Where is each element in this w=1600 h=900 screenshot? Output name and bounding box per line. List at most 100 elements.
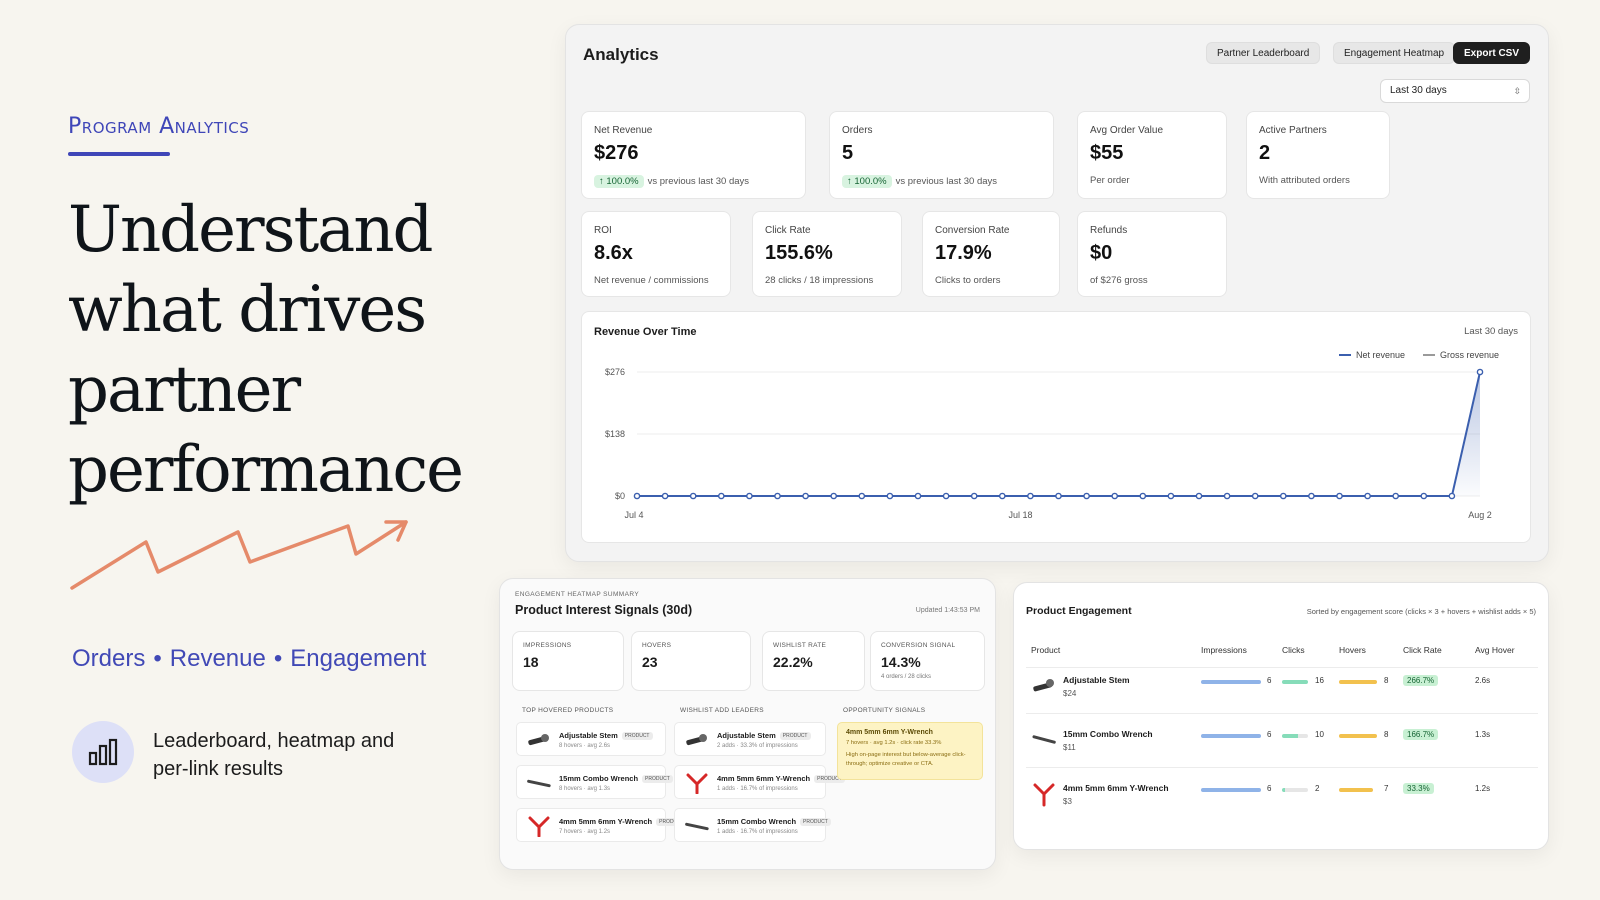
opportunity-signal-card[interactable]: 4mm 5mm 6mm Y-Wrench 7 hovers · avg 1.2s…: [837, 722, 983, 780]
product-engagement-panel: Product Engagement Sorted by engagement …: [1013, 582, 1549, 850]
data-point: [1336, 492, 1343, 500]
list-item[interactable]: Adjustable Stem PRODUCT 2 adds · 33.3% of…: [674, 722, 826, 756]
kpi-active-partners: Active Partners 2 With attributed orders: [1246, 111, 1390, 199]
col-top-hovered: TOP HOVERED PRODUCTS: [522, 707, 614, 714]
item-name: 15mm Combo Wrench: [559, 774, 639, 783]
kpi-conversion-rate: Conversion Rate 17.9% Clicks to orders: [922, 211, 1060, 297]
y-tick-label: $138: [605, 429, 625, 439]
kpi-roi: ROI 8.6x Net revenue / commissions: [581, 211, 731, 297]
kpi-caption: Per order: [1090, 175, 1130, 186]
list-item[interactable]: Adjustable Stem PRODUCT 8 hovers · avg 2.…: [516, 722, 666, 756]
col-wishlist-leaders: WISHLIST ADD LEADERS: [680, 707, 764, 714]
data-point: [1364, 492, 1371, 500]
item-name-wrap: Adjustable Stem PRODUCT: [717, 731, 811, 741]
row-divider: [1026, 767, 1538, 768]
hero-headline: Understand what drives partner performan…: [68, 193, 464, 507]
kpi-value: 2: [1259, 142, 1271, 164]
pillar-separator: •: [153, 645, 162, 672]
y-wrench-thumbnail-icon: [1033, 783, 1055, 807]
hovers-value: 8: [1384, 730, 1389, 739]
data-point: [998, 492, 1006, 500]
data-point: [1167, 492, 1175, 500]
item-name-wrap: 15mm Combo Wrench PRODUCT: [717, 817, 831, 827]
hovers-bar: [1339, 734, 1377, 738]
wrench-thumbnail-icon: [527, 779, 551, 788]
export-csv-button[interactable]: Export CSV: [1453, 42, 1531, 64]
kpi-caption: of $276 gross: [1090, 275, 1148, 286]
metric-caption: 4 orders / 28 clicks: [881, 674, 932, 680]
header-divider: [1026, 667, 1538, 668]
y-wrench-thumbnail-icon: [686, 773, 708, 794]
kpi-label: Active Partners: [1259, 125, 1327, 136]
clicks-value: 16: [1315, 676, 1324, 685]
data-point: [1083, 492, 1090, 500]
item-stat: 2 adds · 33.3% of impressions: [717, 743, 798, 749]
eyebrow-underline: [68, 152, 170, 156]
data-point: [802, 492, 809, 500]
list-item[interactable]: 4mm 5mm 6mm Y-Wrench PRODUCT 1 adds · 16.…: [674, 765, 845, 799]
x-tick-label: Jul 4: [624, 510, 643, 520]
date-range-value: Last 30 days: [1390, 85, 1447, 96]
kpi-label: ROI: [594, 225, 612, 236]
product-price: $3: [1063, 797, 1072, 806]
kpi-value: $55: [1090, 142, 1124, 164]
th-hovers[interactable]: Hovers: [1339, 645, 1366, 655]
opportunity-title: 4mm 5mm 6mm Y-Wrench: [846, 729, 933, 736]
th-click-rate[interactable]: Click Rate: [1403, 645, 1442, 655]
list-item[interactable]: 4mm 5mm 6mm Y-Wrench PRODUCT 7 hovers · a…: [516, 808, 687, 842]
kpi-value: 5: [842, 142, 854, 164]
data-point: [1392, 492, 1400, 500]
feature-description: Leaderboard, heatmap and per-link result…: [153, 730, 395, 780]
clicks-value: 10: [1315, 730, 1324, 739]
legend-label-gross: Gross revenue: [1440, 350, 1499, 360]
revenue-line-chart: $0 $138 $276 Jul 4 Jul 18 Aug 2 Net revenue Gro…: [605, 350, 1499, 520]
th-avg-hover[interactable]: Avg Hover: [1475, 645, 1515, 655]
item-name: Adjustable Stem: [559, 731, 618, 740]
partner-leaderboard-button[interactable]: Partner Leaderboard: [1206, 42, 1321, 64]
kpi-label: Conversion Rate: [935, 225, 1010, 236]
pillar-engagement: Engagement: [290, 645, 427, 672]
metric-conversion-signal: CONVERSION SIGNAL 14.3% 4 orders / 28 cl…: [870, 631, 985, 691]
metric-wishlist-rate: WISHLIST RATE 22.2%: [762, 631, 865, 691]
kpi-orders: Orders 5 ↑ 100.0% vs previous last 30 day…: [829, 111, 1054, 199]
analytics-panel: Analytics Partner Leaderboard Engagement…: [565, 24, 1549, 562]
item-name-wrap: 4mm 5mm 6mm Y-Wrench PRODUCT: [717, 774, 845, 784]
hovers-value: 7: [1384, 784, 1389, 793]
panel-eyebrow: ENGAGEMENT HEATMAP SUMMARY: [515, 591, 640, 598]
data-point: [1476, 368, 1484, 376]
item-name: 4mm 5mm 6mm Y-Wrench: [559, 817, 653, 826]
delta-caption: vs previous last 30 days: [647, 176, 750, 187]
metric-value: 22.2%: [773, 654, 813, 670]
kpi-label: Refunds: [1090, 225, 1128, 236]
th-clicks[interactable]: Clicks: [1282, 645, 1305, 655]
data-point: [970, 492, 978, 500]
metric-label: CONVERSION SIGNAL: [881, 642, 956, 649]
wrench-thumbnail-icon: [685, 822, 709, 831]
th-impressions[interactable]: Impressions: [1201, 645, 1247, 655]
date-range-select[interactable]: Last 30 days ⇳: [1380, 79, 1530, 103]
metric-value: 18: [523, 654, 539, 670]
pillar-orders: Orders: [72, 645, 146, 672]
bar-chart-icon: [72, 721, 134, 783]
engagement-heatmap-button[interactable]: Engagement Heatmap: [1333, 42, 1456, 64]
click-rate-badge: 166.7%: [1403, 729, 1439, 740]
data-point: [689, 492, 697, 500]
kpi-caption: Net revenue / commissions: [594, 275, 709, 286]
metric-value: 14.3%: [881, 654, 921, 670]
hovers-bar: [1339, 680, 1377, 684]
hovers-value: 8: [1384, 676, 1389, 685]
y-tick-label: $0: [615, 491, 625, 501]
pillars-list: Orders • Revenue • Engagement: [72, 645, 426, 673]
impressions-bar: [1201, 788, 1261, 792]
kpi-refunds: Refunds $0 of $276 gross: [1077, 211, 1227, 297]
list-item[interactable]: 15mm Combo Wrench PRODUCT 1 adds · 16.7% …: [674, 808, 831, 842]
kpi-caption: Clicks to orders: [935, 275, 1001, 286]
item-name: Adjustable Stem: [717, 731, 776, 740]
data-point: [1420, 492, 1428, 500]
x-tick-label: Aug 2: [1468, 510, 1492, 520]
kpi-value: 17.9%: [935, 242, 992, 264]
list-item[interactable]: 15mm Combo Wrench PRODUCT 8 hovers · avg …: [516, 765, 673, 799]
product-price: $24: [1063, 689, 1077, 698]
item-stat: 8 hovers · avg 1.3s: [559, 786, 611, 792]
th-product[interactable]: Product: [1031, 645, 1060, 655]
